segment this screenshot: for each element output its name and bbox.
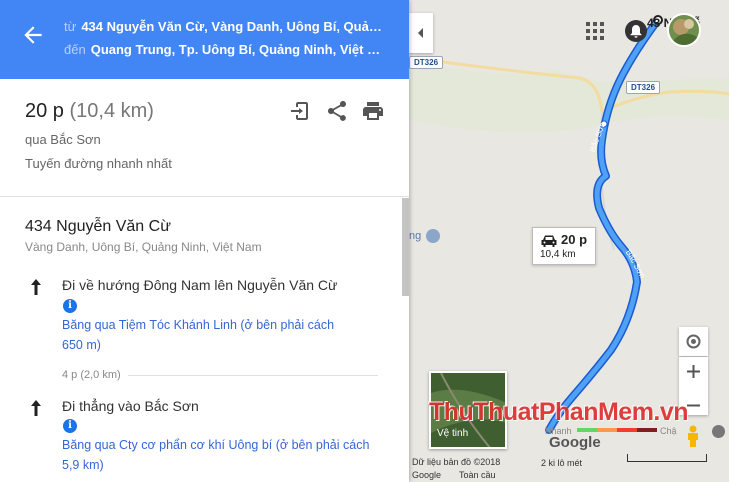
map-view[interactable]: DT326 DT326 43 Nguyễ ng 20 p 10,4 km Bắc… [409,0,729,482]
send-to-phone-icon[interactable] [289,99,313,123]
start-address: Vàng Danh, Uông Bí, Quảng Ninh, Việt Nam [25,240,262,254]
chevron-left-icon [418,28,423,38]
step-landmark: Băng qua Cty cơ phẩn cơ khí Uông bí (ở b… [62,435,382,475]
my-location-button[interactable] [679,327,708,356]
terms-link[interactable]: Toàn cầu [459,470,496,480]
scale-label[interactable]: 2 ki lô mét [541,458,582,468]
route-summary: 20 p (10,4 km) qua Bắc Sơn Tuyến đường n… [0,79,409,197]
eta-distance: 10,4 km [540,249,576,260]
watermark-text: ThuThuatPhanMem.vn [429,398,689,426]
info-icon[interactable]: i [63,419,77,433]
zoom-in-icon[interactable] [679,357,708,386]
landmark-line: 5,9 km) [62,458,104,472]
traffic-legend-slow: Chậ [660,426,677,436]
fastest-route-note: Tuyến đường nhanh nhất [25,156,172,171]
place-label-fragment: ng [409,230,422,242]
destination-address: Quang Trung, Tp. Uông Bí, Quảng Ninh, Vi… [90,42,388,57]
from-prefix: từ [64,19,77,34]
start-title: 434 Nguyễn Văn Cừ [25,218,171,235]
place-pin-icon[interactable] [426,229,440,243]
google-footer-link[interactable]: Google [412,470,441,480]
my-location-icon [686,334,701,349]
google-logo: Google [549,434,601,451]
share-icon[interactable] [325,99,349,123]
panel-scrollbar[interactable] [402,198,409,296]
route-eta-callout[interactable]: 20 p 10,4 km [532,227,596,265]
account-avatar[interactable] [667,13,701,47]
duration-value: 20 p [25,100,64,122]
trip-duration: 20 p (10,4 km) [25,100,154,123]
step-divider [128,375,378,376]
step-distance: 4 p (2,0 km) [62,369,121,381]
to-prefix: đến [64,42,86,57]
print-icon[interactable] [361,99,385,123]
route-origin[interactable]: từ 434 Nguyễn Văn Cừ, Vàng Danh, Uông Bí,… [64,19,388,34]
landmark-line: 650 m) [62,338,101,352]
straight-arrow-icon [31,279,41,295]
route-destination[interactable]: đến Quang Trung, Tp. Uông Bí, Quảng Ninh,… [64,42,388,57]
eta-time: 20 p [561,232,588,247]
origin-address: 434 Nguyễn Văn Cừ, Vàng Danh, Uông Bí, Q… [81,19,388,34]
via-road: qua Bắc Sơn [25,132,101,147]
car-icon [541,235,557,247]
step-landmark: Băng qua Tiệm Tóc Khánh Linh (ở bên phải… [62,315,382,355]
satellite-label: Vệ tinh [437,428,469,439]
pegman-icon[interactable] [686,425,700,447]
route-header: từ 434 Nguyễn Văn Cừ, Vàng Danh, Uông Bí,… [0,0,409,79]
directions-steps: 434 Nguyễn Văn Cừ Vàng Danh, Uông Bí, Qu… [0,198,402,482]
map-attribution: Dữ liệu bản đồ ©2018 [412,457,501,467]
step-instruction[interactable]: Đi thẳng vào Bắc Sơn [62,398,199,414]
step-instruction[interactable]: Đi về hướng Đông Nam lên Nguyễn Văn Cừ [62,277,337,293]
directions-panel: từ 434 Nguyễn Văn Cừ, Vàng Danh, Uông Bí,… [0,0,409,482]
notifications-bell-icon[interactable] [625,20,647,42]
distance-value: (10,4 km) [69,100,154,122]
back-arrow-icon[interactable] [20,22,46,48]
road-shield: DT326 [409,56,444,69]
scale-bar[interactable] [627,454,707,462]
landmark-line: Băng qua Cty cơ phẩn cơ khí Uông bí (ở b… [62,438,370,452]
map-dot [712,425,725,438]
road-shield: DT326 [626,81,661,94]
collapse-panel-button[interactable] [409,13,433,53]
landmark-line: Băng qua Tiệm Tóc Khánh Linh (ở bên phải… [62,318,335,332]
info-icon[interactable]: i [63,299,77,313]
apps-grid-icon[interactable] [585,21,605,41]
straight-arrow-icon [31,400,41,416]
